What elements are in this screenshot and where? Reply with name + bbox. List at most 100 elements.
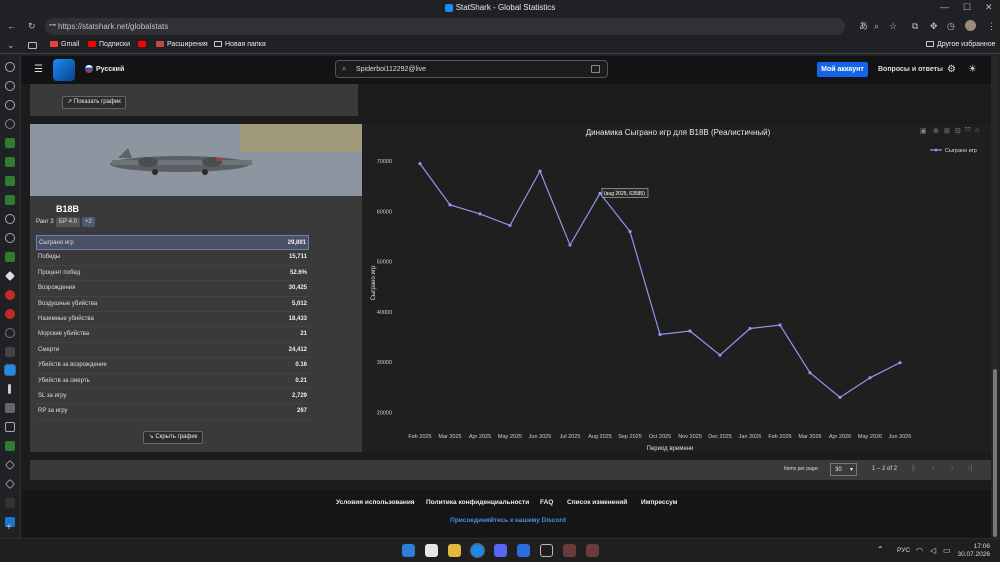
language-selector[interactable]: Русский	[85, 65, 124, 73]
bookmark-star-icon[interactable]: ☆	[889, 21, 897, 31]
sheets-icon[interactable]	[5, 441, 15, 451]
my-account-button[interactable]: Мой аккаунт	[817, 62, 868, 77]
page-scrollbar[interactable]	[991, 56, 999, 538]
dark-icon[interactable]	[5, 498, 15, 508]
extensions-icon[interactable]: ⧉	[912, 21, 918, 31]
gear-icon[interactable]: ⚙	[947, 64, 956, 75]
stat-row[interactable]: Возрождения 30,425	[36, 281, 309, 297]
site-info-icon[interactable]: ⊶	[49, 21, 56, 31]
sheets-icon[interactable]	[5, 157, 15, 167]
sheets-icon[interactable]	[5, 138, 15, 148]
game-app-icon[interactable]	[540, 544, 553, 557]
footer-link-changelog[interactable]: Список изменений	[567, 499, 627, 506]
game-app-icon[interactable]	[563, 544, 576, 557]
add-icon[interactable]: +	[6, 522, 12, 533]
battery-icon[interactable]: ▭	[943, 546, 951, 555]
line-chart[interactable]: 20000 30000 40000 50000 60000 70000 Feb 2025 Ma…	[362, 124, 994, 452]
filter-icon[interactable]	[591, 65, 600, 73]
red-circle-icon[interactable]	[5, 309, 15, 319]
stat-row[interactable]: Наземные убийства 18,433	[36, 312, 309, 328]
footer-link-terms[interactable]: Условия использования	[336, 499, 415, 506]
stat-row[interactable]: Убийств за возрождение 0.16	[36, 358, 309, 374]
stat-row[interactable]: RP за игру 267	[36, 404, 309, 420]
github-icon[interactable]	[5, 233, 15, 243]
diamond-icon[interactable]	[5, 271, 15, 281]
stat-row[interactable]: Победы 15,711	[36, 250, 309, 266]
menu-dots-icon[interactable]: ⋮	[987, 21, 996, 31]
history-icon[interactable]: ◷	[947, 21, 955, 31]
footer-link-imprint[interactable]: Импрессум	[641, 499, 677, 506]
bookmark-subscriptions[interactable]: Подписки	[88, 41, 130, 48]
translate-icon[interactable]: あ	[859, 21, 868, 31]
bookmark-extensions[interactable]: Расширения	[156, 41, 208, 48]
stat-row[interactable]: Смерти 24,412	[36, 343, 309, 359]
hide-chart-button[interactable]: ↘ Скрыть график	[143, 431, 203, 444]
hamburger-menu-icon[interactable]: ☰	[34, 64, 43, 75]
show-chart-button[interactable]: ↗ Показать график	[62, 96, 126, 109]
globe-icon[interactable]	[5, 119, 15, 129]
bar-icon[interactable]	[8, 384, 11, 394]
system-clock[interactable]: 17:06 30.07.2026	[956, 543, 990, 559]
tray-chevron-icon[interactable]: ⌃	[877, 545, 884, 554]
close-icon[interactable]: ✕	[985, 2, 993, 13]
last-page-icon[interactable]: ›|	[968, 465, 972, 472]
square-icon[interactable]	[5, 347, 15, 357]
tab-search-icon[interactable]	[28, 42, 37, 49]
discord-app-icon[interactable]	[494, 544, 507, 557]
stat-row[interactable]: Воздушные убийства 5,012	[36, 297, 309, 312]
github-icon[interactable]	[5, 62, 15, 72]
footer-link-faq[interactable]: FAQ	[540, 499, 553, 506]
items-per-page-select[interactable]: 30 ▾	[830, 463, 857, 476]
search-input[interactable]: ⌕ Spiderboi112292@live	[335, 60, 608, 78]
bookmark-new-folder[interactable]: Новая папка	[214, 41, 266, 48]
edge-browser-icon[interactable]	[470, 543, 485, 558]
file-explorer-icon[interactable]	[448, 544, 461, 557]
grey-icon[interactable]	[5, 403, 15, 413]
back-icon[interactable]: ←	[7, 21, 16, 31]
sheets-icon[interactable]	[5, 176, 15, 186]
url-text[interactable]: https://statshark.net/globalstats	[58, 22, 168, 31]
github-icon[interactable]	[5, 100, 15, 110]
first-page-icon[interactable]: |‹	[912, 465, 916, 472]
bookmark-gmail[interactable]: Gmail	[50, 41, 79, 48]
sheets-icon[interactable]	[5, 195, 15, 205]
volume-icon[interactable]: ◁	[930, 546, 936, 555]
theme-toggle-icon[interactable]: ☀	[968, 64, 977, 75]
stat-row[interactable]: Морские убийства 21	[36, 327, 309, 343]
next-page-icon[interactable]: ›	[951, 465, 953, 472]
reload-icon[interactable]: ↻	[28, 21, 36, 31]
windows-start-icon[interactable]	[402, 544, 415, 557]
chevron-down-icon[interactable]: ⌄	[7, 40, 15, 50]
bookmark-youtube[interactable]	[138, 41, 149, 48]
profile-avatar[interactable]	[965, 20, 976, 31]
github-icon[interactable]	[5, 214, 15, 224]
other-bookmarks[interactable]: Другое избранное	[926, 41, 996, 48]
diamond-icon[interactable]	[5, 460, 15, 470]
stat-row[interactable]: Процент побед 52.6%	[36, 266, 309, 282]
zoom-icon[interactable]: ⌕	[874, 21, 879, 31]
stat-row[interactable]: SL за игру 2,729	[36, 389, 309, 405]
sheets-icon[interactable]	[5, 252, 15, 262]
stat-row[interactable]: Сыграно игр 29,891	[36, 235, 309, 251]
prev-page-icon[interactable]: ‹	[932, 465, 934, 472]
github-icon[interactable]	[5, 81, 15, 91]
app-icon[interactable]	[517, 544, 530, 557]
game-app-icon[interactable]	[586, 544, 599, 557]
footer-link-privacy[interactable]: Политика конфиденциальности	[426, 499, 529, 506]
red-circle-icon[interactable]	[5, 290, 15, 300]
statshark-logo[interactable]	[53, 59, 75, 81]
calendar-app-icon[interactable]	[425, 544, 438, 557]
discord-link[interactable]: Присоединяйтесь к нашему Discord	[22, 517, 994, 524]
w-icon[interactable]	[5, 422, 15, 432]
circle-icon[interactable]	[5, 328, 15, 338]
scrollbar-thumb[interactable]	[993, 369, 997, 537]
stat-row[interactable]: Убийств за смерть 0.21	[36, 374, 309, 389]
maximize-icon[interactable]: ☐	[963, 2, 971, 13]
diamond-icon[interactable]	[5, 479, 15, 489]
address-bar[interactable]: ⊶ https://statshark.net/globalstats	[45, 18, 845, 35]
input-language[interactable]: РУС	[897, 547, 910, 554]
statshark-icon[interactable]	[4, 364, 16, 376]
minimize-icon[interactable]: —	[940, 2, 949, 12]
faq-nav-link[interactable]: Вопросы и ответы	[878, 66, 943, 73]
puzzle-icon[interactable]: ✥	[930, 21, 938, 31]
